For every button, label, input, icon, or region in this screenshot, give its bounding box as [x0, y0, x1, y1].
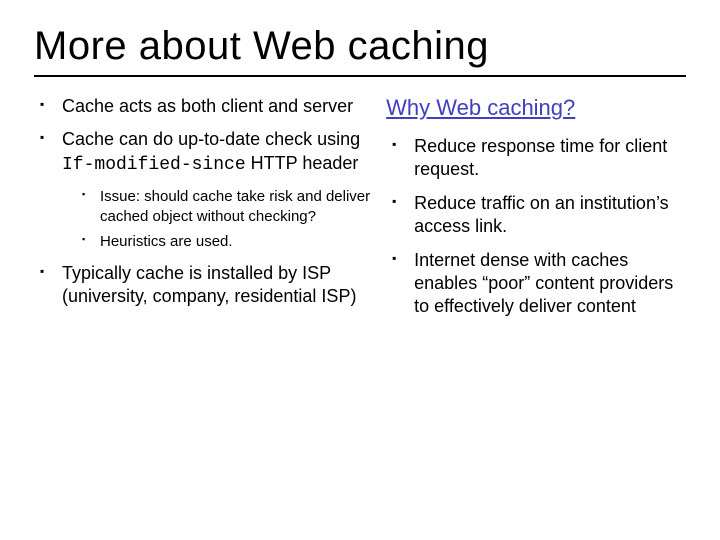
- bullet-text-suffix: HTTP header: [246, 153, 359, 173]
- list-item: Cache acts as both client and server: [40, 95, 372, 118]
- list-item: Internet dense with caches enables “poor…: [392, 249, 686, 319]
- bullet-text: Reduce response time for client request.: [414, 136, 667, 179]
- slide: More about Web caching Cache acts as bot…: [0, 0, 720, 540]
- bullet-text: Reduce traffic on an institution’s acces…: [414, 193, 669, 236]
- bullet-text: Internet dense with caches enables “poor…: [414, 250, 673, 317]
- left-sub-bullets: Issue: should cache take risk and delive…: [62, 187, 372, 252]
- page-title: More about Web caching: [34, 24, 686, 69]
- left-bullets: Cache acts as both client and server Cac…: [34, 95, 372, 308]
- content-columns: Cache acts as both client and server Cac…: [34, 95, 686, 329]
- left-column: Cache acts as both client and server Cac…: [34, 95, 372, 329]
- bullet-text: Typically cache is installed by ISP (uni…: [62, 263, 356, 306]
- bullet-text: Issue: should cache take risk and delive…: [100, 188, 370, 225]
- list-item: Reduce traffic on an institution’s acces…: [392, 192, 686, 239]
- divider: [34, 75, 686, 77]
- code-text: If-modified-since: [62, 155, 246, 175]
- right-bullets: Reduce response time for client request.…: [386, 135, 686, 319]
- list-item: Typically cache is installed by ISP (uni…: [40, 262, 372, 309]
- bullet-text: Heuristics are used.: [100, 233, 233, 250]
- bullet-text: Cache acts as both client and server: [62, 96, 353, 116]
- list-item: Cache can do up-to-date check using If-m…: [40, 128, 372, 251]
- list-item: Issue: should cache take risk and delive…: [82, 187, 372, 226]
- list-item: Reduce response time for client request.: [392, 135, 686, 182]
- right-column: Why Web caching? Reduce response time fo…: [386, 95, 686, 329]
- section-heading: Why Web caching?: [386, 95, 686, 121]
- bullet-text-prefix: Cache can do up-to-date check using: [62, 129, 360, 149]
- list-item: Heuristics are used.: [82, 232, 372, 252]
